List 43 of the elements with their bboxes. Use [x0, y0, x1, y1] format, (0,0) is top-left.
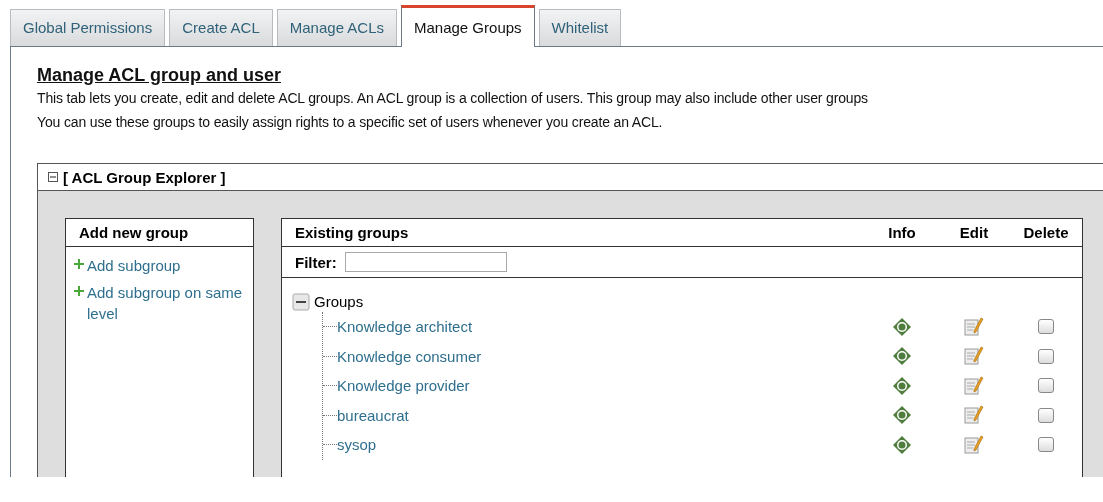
info-icon[interactable]	[893, 376, 911, 395]
tab[interactable]: Manage ACLs	[276, 9, 397, 46]
page-heading: Manage ACL group and user	[37, 65, 283, 86]
group-link[interactable]: bureaucrat	[337, 406, 866, 424]
info-icon[interactable]	[893, 347, 911, 366]
group-link[interactable]: Knowledge architect	[337, 318, 866, 336]
delete-checkbox[interactable]	[1038, 378, 1054, 394]
pencil-note-icon[interactable]	[964, 434, 984, 455]
pencil-note-icon[interactable]	[964, 405, 984, 426]
delete-checkbox[interactable]	[1038, 348, 1054, 364]
collapse-icon[interactable]	[48, 172, 58, 182]
tab[interactable]: Manage Groups	[401, 5, 535, 47]
info-icon[interactable]	[893, 406, 911, 425]
pencil-note-icon[interactable]	[964, 316, 984, 337]
tree-root-label: Groups	[314, 292, 364, 310]
plus-icon	[74, 286, 84, 296]
tab[interactable]: Create ACL	[169, 9, 273, 46]
info-icon[interactable]	[893, 317, 911, 336]
description-text: You can use these groups to easily assign rights to a specific set of users whenever you create an ACL.	[37, 114, 664, 130]
group-link[interactable]: sysop	[337, 436, 866, 454]
group-link[interactable]: Knowledge provider	[337, 377, 866, 395]
filter-field[interactable]	[344, 252, 507, 272]
group-link[interactable]: Knowledge consumer	[337, 347, 866, 365]
column-header: Info	[887, 224, 917, 241]
pencil-note-icon[interactable]	[964, 346, 984, 367]
description-text: This tab lets you create, edit and delete ACL groups. An ACL group is a collection of users. This group may also include other user groups	[37, 90, 869, 106]
tab[interactable]: Global Permissions	[10, 9, 166, 46]
delete-checkbox[interactable]	[1038, 319, 1054, 335]
tab[interactable]: Whitelist	[538, 9, 622, 46]
panel-title: Add new group	[66, 219, 253, 247]
column-header: Existing groups	[294, 224, 410, 241]
delete-checkbox[interactable]	[1038, 437, 1054, 453]
filter-label: Filter:	[295, 253, 337, 271]
column-header: Delete	[1022, 224, 1070, 241]
info-icon[interactable]	[893, 435, 911, 454]
column-header: Edit	[958, 224, 990, 241]
plus-icon	[74, 259, 84, 269]
delete-checkbox[interactable]	[1038, 407, 1054, 423]
collapse-icon[interactable]	[292, 291, 312, 311]
add-link[interactable]: Add subgroup on same level	[74, 282, 245, 324]
explorer-title: [ ACL Group Explorer ]	[63, 168, 226, 186]
pencil-note-icon[interactable]	[964, 375, 984, 396]
add-link[interactable]: Add subgroup	[74, 255, 245, 276]
